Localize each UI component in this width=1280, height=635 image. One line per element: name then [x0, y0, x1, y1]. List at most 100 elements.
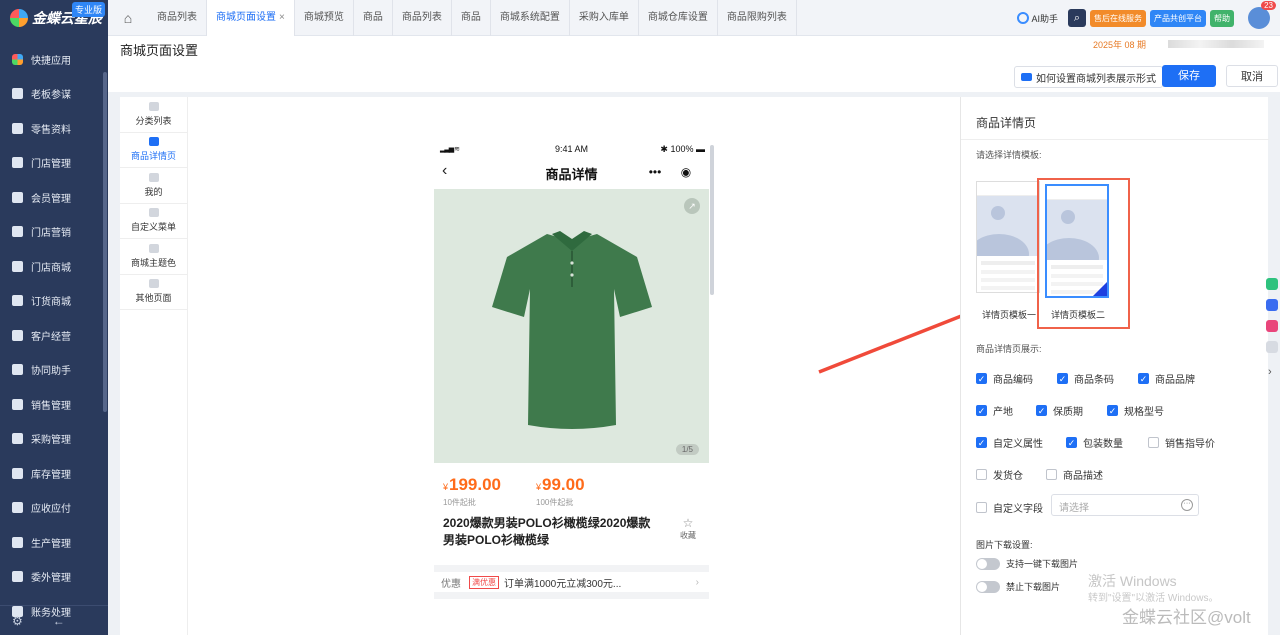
tab[interactable]: 商品列表	[393, 0, 452, 36]
display-option-checkbox[interactable]: 销售指导价	[1148, 435, 1215, 450]
tab[interactable]: 商城系统配置	[491, 0, 570, 36]
toggle-forbid-download[interactable]: 禁止下载图片	[976, 580, 1060, 593]
help-button[interactable]: 帮助	[1210, 9, 1234, 27]
feedback-float-icon[interactable]	[1266, 320, 1278, 332]
help-video-link[interactable]: 如何设置商城列表展示形式	[1014, 66, 1163, 88]
more-options-icon[interactable]: ···	[1181, 499, 1193, 511]
save-button[interactable]: 保存	[1162, 65, 1216, 87]
sidebar-scrollbar[interactable]	[103, 72, 107, 412]
checkbox-icon[interactable]: ✓	[1066, 437, 1077, 448]
template-two-label[interactable]: 详情页模板二	[1051, 308, 1105, 321]
tab[interactable]: 商品	[452, 0, 491, 36]
tab[interactable]: 商城预览	[295, 0, 354, 36]
custom-field-select[interactable]: 请选择 ···	[1051, 494, 1199, 516]
tab[interactable]: 商城页面设置 ×	[207, 0, 295, 36]
checkbox-icon[interactable]: ✓	[976, 373, 987, 384]
inventory-icon	[12, 467, 23, 479]
sidebar-item[interactable]: 协同助手	[0, 353, 108, 388]
checkbox-icon[interactable]: ✓	[1057, 373, 1068, 384]
display-option-checkbox[interactable]: ✓ 自定义属性	[976, 435, 1043, 450]
miniapp-capsule[interactable]: ••• ◉	[639, 161, 701, 183]
tab[interactable]: 商城仓库设置	[639, 0, 718, 36]
sidebar-item[interactable]: 采购管理	[0, 422, 108, 457]
note-float-icon[interactable]	[1266, 341, 1278, 353]
section-nav-item[interactable]: 自定义菜单	[120, 204, 187, 239]
checkbox-icon[interactable]	[976, 502, 987, 513]
display-option-checkbox[interactable]: ✓ 规格型号	[1107, 403, 1164, 418]
section-icon	[148, 137, 159, 147]
home-icon[interactable]: ⌂	[108, 0, 148, 36]
tab[interactable]: 商品限购列表	[718, 0, 797, 36]
display-option-checkbox[interactable]: ✓ 商品条码	[1057, 371, 1114, 386]
template-one-label[interactable]: 详情页模板一	[982, 308, 1036, 321]
share-icon[interactable]: ↗	[684, 198, 700, 214]
display-option-checkbox[interactable]: ✓ 商品品牌	[1138, 371, 1195, 386]
sidebar-item[interactable]: 库存管理	[0, 456, 108, 491]
sidebar-item[interactable]: 零售资料	[0, 111, 108, 146]
tab[interactable]: 商品列表	[148, 0, 207, 36]
brand-logo[interactable]: 金蝶云星辰 专业版	[0, 0, 108, 36]
section-nav-item[interactable]: 其他页面	[120, 275, 187, 310]
checkbox-icon[interactable]: ✓	[976, 437, 987, 448]
section-nav-item[interactable]: 商城主题色	[120, 239, 187, 275]
tab-label: 商城系统配置	[499, 11, 560, 23]
display-option-checkbox[interactable]: 商品描述	[1046, 467, 1103, 482]
tab[interactable]: 采购入库单	[570, 0, 639, 36]
display-option-checkbox[interactable]: ✓ 包装数量	[1066, 435, 1123, 450]
checkbox-icon[interactable]	[1148, 437, 1159, 448]
production-icon	[12, 536, 23, 548]
display-option-checkbox[interactable]: ✓ 产地	[976, 403, 1013, 418]
display-option-checkbox[interactable]: 发货仓	[976, 467, 1023, 482]
cocreate-platform-button[interactable]: 产品共创平台	[1150, 9, 1206, 27]
template-two-thumbnail[interactable]	[1045, 184, 1109, 298]
promo-label: 优惠	[441, 578, 461, 590]
checkbox-icon[interactable]	[976, 469, 987, 480]
section-nav-item[interactable]: 我的	[120, 168, 187, 204]
sidebar-item[interactable]: 门店商城	[0, 249, 108, 284]
checkbox-icon[interactable]: ✓	[1107, 405, 1118, 416]
sidebar-item[interactable]: 会员管理	[0, 180, 108, 215]
display-option-checkbox[interactable]: 自定义字段	[976, 500, 1043, 515]
checkbox-icon[interactable]: ✓	[1138, 373, 1149, 384]
cancel-button[interactable]: 取消	[1226, 65, 1278, 87]
sidebar-item[interactable]: 应收应付	[0, 491, 108, 526]
tab[interactable]: 商品	[354, 0, 393, 36]
settings-icon[interactable]: ⚙	[12, 614, 23, 628]
checkbox-icon[interactable]: ✓	[1036, 405, 1047, 416]
expand-chevron-icon[interactable]: ›	[1268, 366, 1272, 378]
toggle-one-click-download[interactable]: 支持一键下载图片	[976, 557, 1078, 570]
promotion-row[interactable]: 优惠 满优惠 订单满1000元立减300元... ›	[434, 565, 709, 599]
accounting-period[interactable]: 2025年 08 期	[1093, 38, 1146, 51]
favorite-button[interactable]: ☆ 收藏	[680, 516, 696, 541]
product-image[interactable]: ↗ 1/5	[434, 189, 709, 463]
sidebar-item[interactable]: 快捷应用	[0, 42, 108, 77]
checkbox-icon[interactable]	[1046, 469, 1057, 480]
sidebar-item[interactable]: 客户经营	[0, 318, 108, 353]
help-float-icon[interactable]	[1266, 278, 1278, 290]
section-nav-item[interactable]: 商品详情页	[120, 133, 187, 168]
display-option-checkbox[interactable]: ✓ 保质期	[1036, 403, 1083, 418]
sidebar-item[interactable]: 委外管理	[0, 560, 108, 595]
sidebar-item[interactable]: 老板参谋	[0, 77, 108, 112]
toggle-switch[interactable]	[976, 557, 1000, 570]
sidebar-item[interactable]: 订货商城	[0, 284, 108, 319]
preview-scrollbar[interactable]	[710, 145, 714, 295]
close-circle-icon[interactable]: ◉	[681, 165, 691, 179]
more-dots-icon[interactable]: •••	[649, 165, 662, 179]
display-option-checkbox[interactable]: ✓ 商品编码	[976, 371, 1033, 386]
ai-assistant-button[interactable]: AI助手	[1017, 12, 1058, 25]
after-sales-service-button[interactable]: 售后在线服务	[1090, 9, 1146, 27]
sidebar-item[interactable]: 生产管理	[0, 525, 108, 560]
chat-float-icon[interactable]	[1266, 299, 1278, 311]
section-nav-item[interactable]: 分类列表	[120, 97, 187, 133]
search-icon[interactable]: ⌕	[1068, 9, 1086, 27]
sidebar-item[interactable]: 门店营销	[0, 215, 108, 250]
template-one-thumbnail[interactable]	[976, 181, 1040, 293]
avatar[interactable]: 23	[1248, 1, 1276, 29]
close-tab-icon[interactable]: ×	[279, 12, 285, 23]
toggle-switch[interactable]	[976, 580, 1000, 593]
collapse-arrow-icon[interactable]: ←	[53, 614, 65, 628]
checkbox-icon[interactable]: ✓	[976, 405, 987, 416]
sidebar-item[interactable]: 销售管理	[0, 387, 108, 422]
sidebar-item[interactable]: 门店管理	[0, 146, 108, 181]
